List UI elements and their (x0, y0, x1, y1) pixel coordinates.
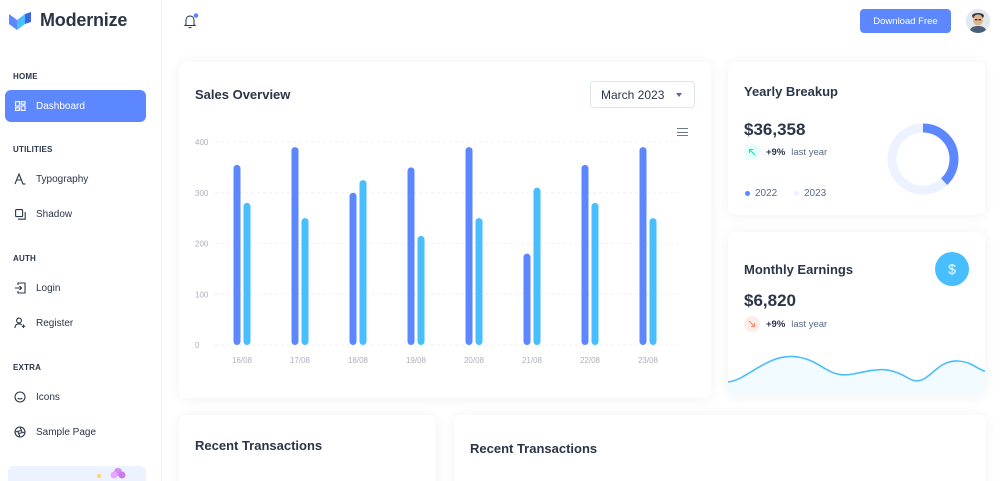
avatar[interactable] (966, 9, 990, 33)
month-select-value: March 2023 (601, 87, 665, 102)
bar-series-1-19-08[interactable] (407, 167, 415, 345)
bar-series-2-18-08[interactable] (359, 180, 367, 345)
sidebar-item-sample-page[interactable]: Sample Page (5, 416, 146, 448)
nav-caption-auth: AUTH (13, 254, 37, 263)
sidebar-item-typography[interactable]: Typography (5, 163, 146, 195)
chart-menu-icon[interactable] (677, 128, 688, 137)
sales-overview-card: Sales Overview March 2023 0 100 200 300 400 1… (179, 62, 711, 398)
arrow-up-left-icon (744, 144, 760, 160)
bar-series-1-20-08[interactable] (465, 147, 473, 345)
bar-series-1-16-08[interactable] (233, 164, 241, 345)
x-tick-label: 23/08 (638, 356, 659, 365)
bar-series-1-17-08[interactable] (291, 147, 299, 345)
yearly-change: +9% (766, 146, 786, 158)
sidebar-item-label: Register (36, 317, 74, 329)
legend-dot (794, 191, 799, 196)
monthly-sparkline (728, 355, 985, 395)
legend-dot (745, 191, 750, 196)
logo-icon (9, 11, 31, 30)
decoration-icon (97, 468, 126, 479)
sidebar-item-login[interactable]: Login (5, 272, 146, 304)
aperture-icon (14, 426, 26, 438)
sidebar-item-dashboard[interactable]: Dashboard (5, 90, 146, 122)
x-tick-label: 21/08 (522, 356, 543, 365)
monthly-earnings-title: Monthly Earnings (744, 262, 854, 277)
mood-icon (14, 391, 26, 403)
shadow-icon (14, 208, 26, 220)
register-icon (14, 317, 26, 329)
legend-label: 2022 (755, 188, 778, 199)
recent-transactions-card: Recent Transactions (179, 415, 436, 481)
bar-series-2-19-08[interactable] (417, 235, 425, 345)
bar-series-2-23-08[interactable] (649, 218, 657, 345)
legend-label: 2023 (804, 188, 827, 199)
sidebar-item-label: Login (36, 282, 61, 294)
bar-series-2-17-08[interactable] (301, 218, 309, 345)
y-tick-label: 400 (195, 138, 209, 147)
dashboard-icon (14, 100, 26, 112)
login-icon (14, 282, 26, 294)
bar-series-1-18-08[interactable] (349, 192, 357, 345)
monthly-change: +9% (766, 318, 786, 330)
caret-down-icon (676, 93, 682, 97)
x-tick-label: 16/08 (232, 356, 253, 365)
arrow-down-right-icon (744, 316, 760, 332)
y-tick-label: 200 (195, 240, 209, 249)
bar-series-2-21-08[interactable] (533, 187, 541, 345)
sidebar-item-label: Shadow (36, 208, 73, 220)
x-tick-label: 18/08 (348, 356, 369, 365)
brand-logo[interactable]: Modernize (8, 10, 127, 31)
sidebar-item-label: Sample Page (36, 426, 97, 438)
sidebar-item-label: Dashboard (36, 100, 85, 112)
yearly-trend: +9% last year (744, 144, 827, 160)
x-tick-label: 20/08 (464, 356, 485, 365)
bar-series-2-16-08[interactable] (243, 202, 251, 345)
yearly-change-label: last year (791, 146, 828, 158)
x-tick-label: 19/08 (406, 356, 427, 365)
dollar-icon[interactable]: $ (935, 252, 969, 286)
typography-icon (14, 173, 26, 185)
yearly-breakup-title: Yearly Breakup (744, 84, 838, 99)
monthly-change-label: last year (791, 318, 828, 330)
nav-caption-home: HOME (13, 72, 38, 81)
promo-banner (8, 466, 146, 481)
sales-overview-title: Sales Overview (195, 87, 291, 102)
monthly-earnings-card: Monthly Earnings $ $6,820 +9% last year (728, 232, 985, 395)
bar-series-1-22-08[interactable] (581, 164, 589, 345)
x-tick-label: 17/08 (290, 356, 311, 365)
notification-bell-icon[interactable] (183, 13, 199, 29)
bar-series-2-20-08[interactable] (475, 218, 483, 345)
sidebar-item-label: Typography (36, 173, 89, 185)
y-tick-label: 100 (195, 290, 209, 299)
download-free-button[interactable]: Download Free (860, 9, 951, 33)
yearly-breakup-card: Yearly Breakup $36,358 +9% last year 202… (728, 62, 985, 215)
y-tick-label: 300 (195, 189, 209, 198)
bar-series-2-22-08[interactable] (591, 202, 599, 345)
legend-2022: 2022 (745, 188, 777, 199)
user-avatar-icon (966, 9, 990, 33)
yearly-donut-chart (887, 123, 959, 195)
bar-series-1-23-08[interactable] (639, 147, 647, 345)
recent-transactions-table-card: Recent Transactions (454, 415, 986, 481)
sidebar-item-shadow[interactable]: Shadow (5, 198, 146, 230)
recent-transactions-table-title: Recent Transactions (470, 441, 598, 456)
nav-caption-extra: EXTRA (13, 363, 42, 372)
monthly-earnings-value: $6,820 (744, 291, 796, 310)
sidebar: Modernize HOME Dashboard UTILITIES Typog… (0, 0, 162, 481)
sidebar-item-icons[interactable]: Icons (5, 381, 146, 413)
sales-bar-chart: 0 100 200 300 400 16/08 17/08 18/08 19/08 20/08 21… (195, 138, 679, 365)
bar-series-1-21-08[interactable] (523, 253, 531, 345)
y-tick-label: 0 (195, 341, 200, 350)
sidebar-item-register[interactable]: Register (5, 307, 146, 339)
x-tick-label: 22/08 (580, 356, 601, 365)
yearly-breakup-value: $36,358 (744, 120, 806, 139)
monthly-trend: +9% last year (744, 316, 827, 332)
recent-transactions-title: Recent Transactions (195, 438, 323, 453)
legend-2023: 2023 (794, 188, 826, 199)
month-select[interactable]: March 2023 (590, 81, 695, 108)
sidebar-item-label: Icons (36, 391, 60, 403)
brand-name: Modernize (40, 10, 128, 30)
nav-caption-utilities: UTILITIES (13, 145, 53, 154)
